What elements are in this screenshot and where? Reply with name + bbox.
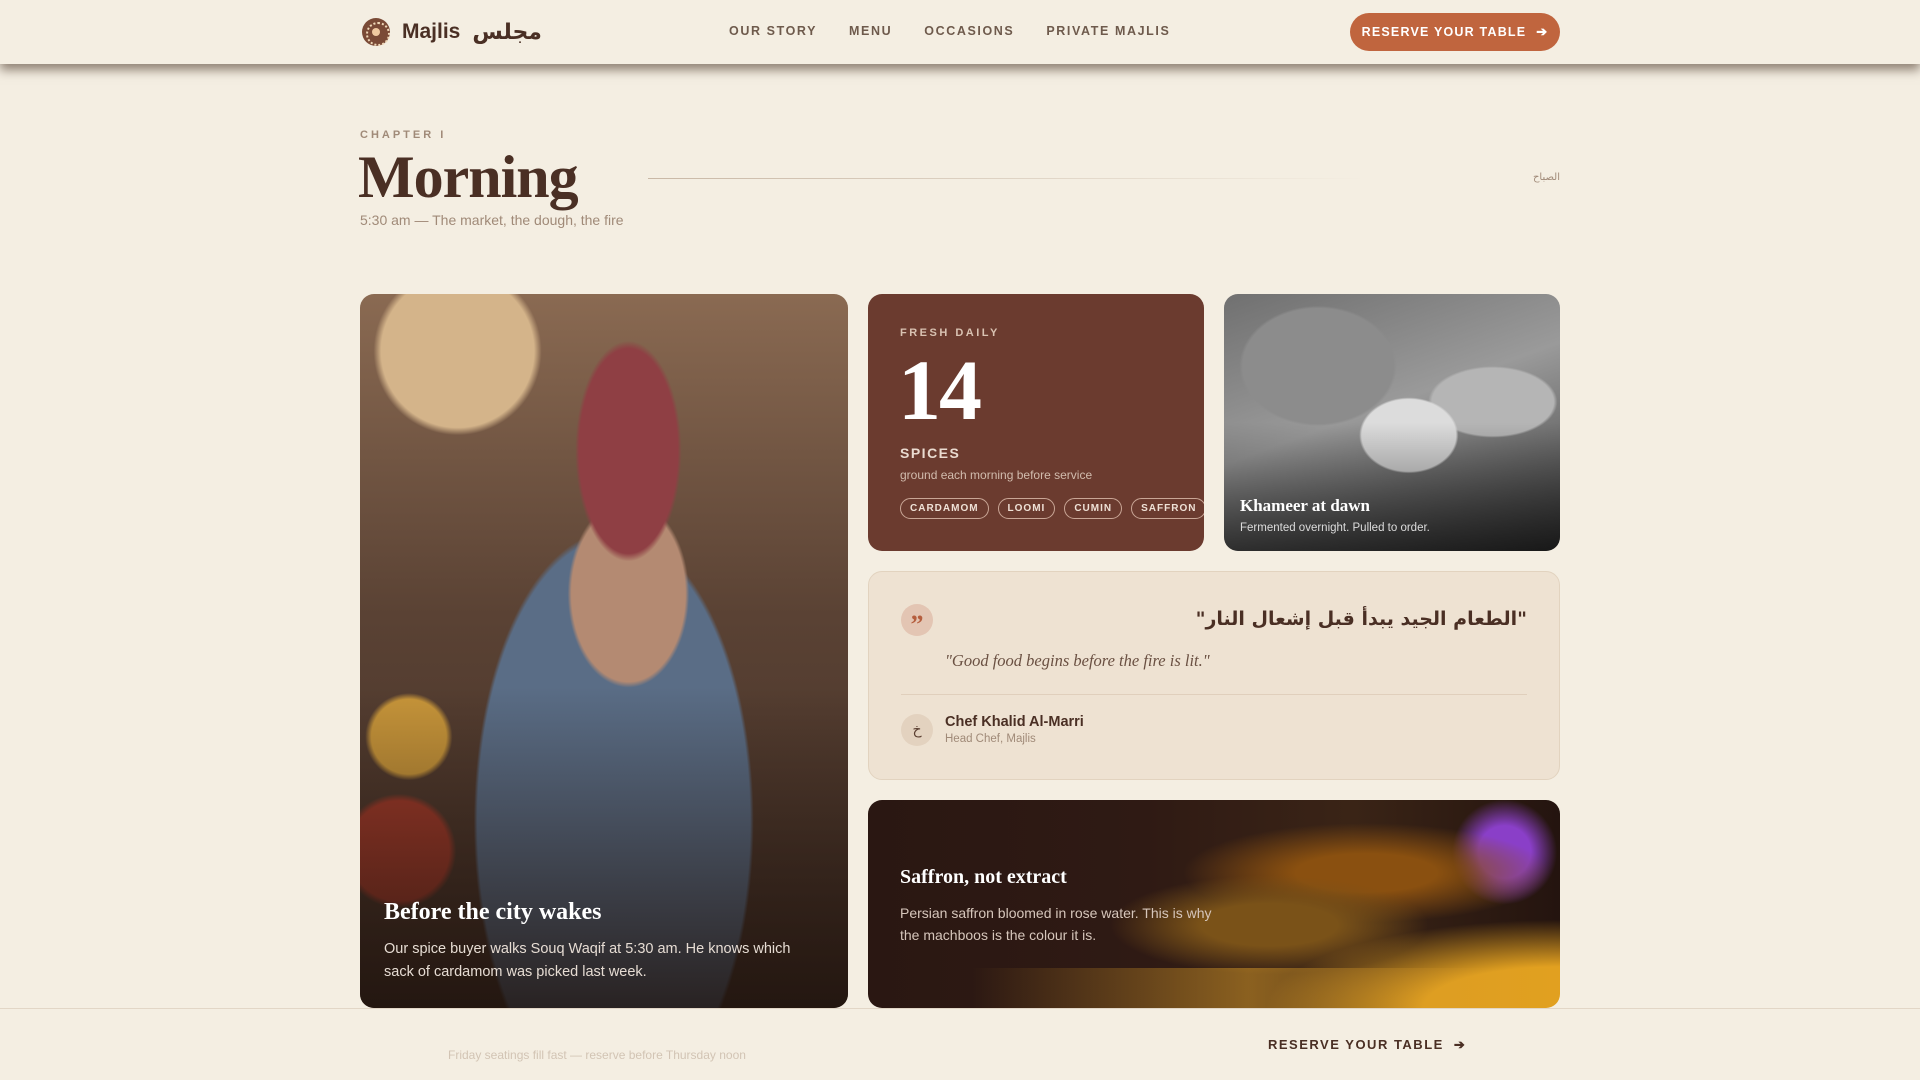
quote-divider: [901, 694, 1527, 695]
card-caption: Saffron, not extract Persian saffron blo…: [900, 866, 1230, 946]
spice-chip[interactable]: SAFFRON: [1131, 498, 1204, 519]
chef-quote-card: ” "الطعام الجيد يبدأ قبل إشعال النار" "G…: [868, 571, 1560, 780]
card-title: Before the city wakes: [384, 899, 602, 925]
logo-emblem-icon: [362, 18, 390, 46]
card-caption: Khameer at dawn Fermented overnight. Pul…: [1240, 496, 1430, 534]
quote-icon: ”: [901, 604, 933, 639]
nav-our-story[interactable]: OUR STORY: [729, 24, 817, 38]
brand-name: Majlis: [402, 20, 461, 43]
author-name: Chef Khalid Al-Marri: [945, 714, 1084, 730]
arrow-right-icon: ➔: [1536, 24, 1549, 39]
reserve-table-label: RESERVE YOUR TABLE: [1361, 25, 1527, 39]
heading-divider: [648, 178, 1368, 179]
chapter-eyebrow: CHAPTER I: [360, 129, 447, 141]
reserve-table-link[interactable]: RESERVE YOUR TABLE ➔: [1268, 1037, 1466, 1053]
stat-number: 14: [898, 342, 982, 438]
spices-stat-card: FRESH DAILY 14 SPICES ground each mornin…: [868, 294, 1204, 551]
nav-menu[interactable]: MENU: [849, 24, 892, 38]
main-nav: OUR STORY MENU OCCASIONS PRIVATE MAJLIS: [729, 24, 1170, 38]
card-text: Our spice buyer walks Souq Waqif at 5:30…: [384, 941, 791, 980]
stat-note: ground each morning before service: [900, 468, 1093, 482]
page-subtitle: 5:30 am — The market, the dough, the fir…: [360, 212, 624, 228]
card-caption: Before the city wakes Our spice buyer wa…: [384, 899, 812, 984]
reserve-table-label: RESERVE YOUR TABLE: [1268, 1037, 1444, 1052]
nav-private-majlis[interactable]: PRIVATE MAJLIS: [1046, 24, 1170, 38]
brand-logo[interactable]: Majlis مجلس: [362, 18, 542, 46]
card-title: Khameer at dawn: [1240, 496, 1371, 515]
khameer-photo-card[interactable]: Khameer at dawn Fermented overnight. Pul…: [1224, 294, 1560, 551]
saffron-photo-card[interactable]: Saffron, not extract Persian saffron blo…: [868, 800, 1560, 1008]
sticky-reserve-bar: Friday seatings fill fast — reserve befo…: [0, 1008, 1920, 1080]
stat-label: SPICES: [900, 445, 961, 461]
spice-chip[interactable]: LOOMI: [997, 498, 1056, 519]
spice-chip[interactable]: CARDAMOM: [900, 498, 989, 519]
card-text: Persian saffron bloomed in rose water. T…: [900, 905, 1212, 943]
card-title: Saffron, not extract: [900, 866, 1067, 888]
reserve-note: Friday seatings fill fast — reserve befo…: [448, 1048, 746, 1062]
spice-chip[interactable]: CUMIN: [1064, 498, 1123, 519]
quote-arabic: "الطعام الجيد يبدأ قبل إشعال النار": [1195, 608, 1527, 630]
top-navbar: Majlis مجلس OUR STORY MENU OCCASIONS PRI…: [0, 0, 1920, 64]
page-title: Morning: [358, 144, 579, 210]
avatar: خ: [901, 714, 933, 746]
reserve-table-button[interactable]: RESERVE YOUR TABLE ➔: [1350, 13, 1560, 51]
brand-name-arabic: مجلس: [472, 19, 542, 45]
author-role: Head Chef, Majlis: [945, 733, 1036, 745]
card-subtitle: Fermented overnight. Pulled to order.: [1240, 522, 1430, 534]
quote-english: "Good food begins before the fire is lit…: [945, 651, 1210, 670]
arrow-right-icon: ➔: [1453, 1037, 1467, 1052]
stat-eyebrow: FRESH DAILY: [900, 327, 1000, 339]
spice-buyer-photo-card[interactable]: Before the city wakes Our spice buyer wa…: [360, 294, 848, 1008]
spice-chip-list: CARDAMOM LOOMI CUMIN SAFFRON C: [900, 498, 1204, 519]
chapter-arabic-label: الصباح: [1532, 172, 1560, 183]
nav-occasions[interactable]: OCCASIONS: [924, 24, 1014, 38]
